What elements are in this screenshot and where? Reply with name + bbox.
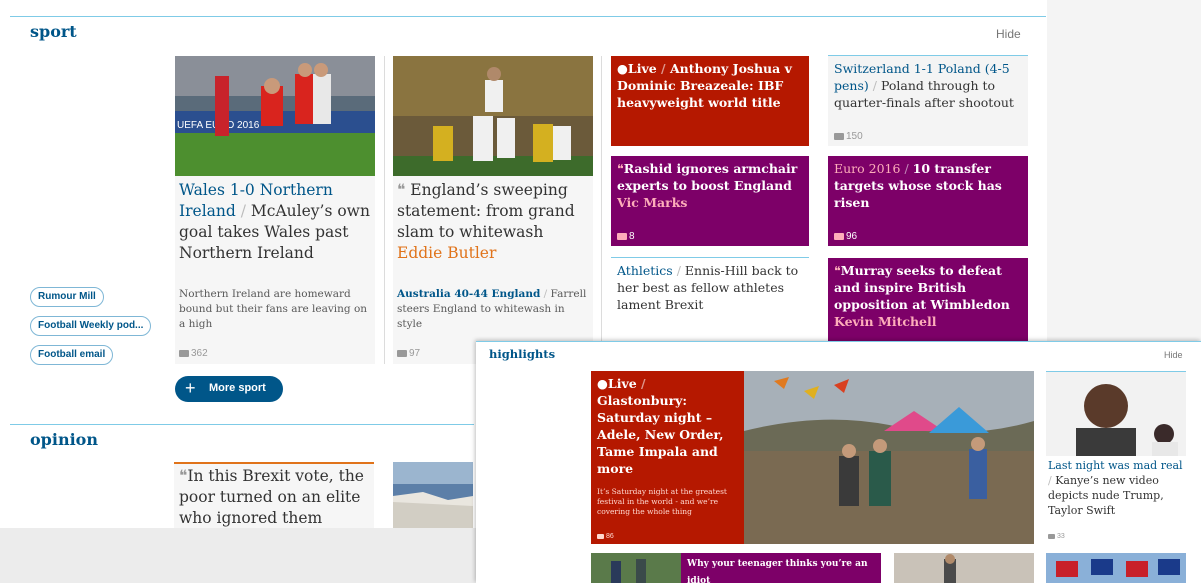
- comment-icon: [397, 350, 407, 357]
- opinion-section-title[interactable]: opinion: [30, 430, 98, 449]
- euro-transfer-tile[interactable]: Euro 2016 / 10 transfer targets whose st…: [828, 156, 1028, 246]
- england-trail: Australia 40-44 England / Farrell steers…: [397, 288, 587, 330]
- sport-section-title[interactable]: sport: [30, 22, 77, 41]
- column-divider: [384, 56, 385, 364]
- plus-icon: +: [185, 378, 196, 398]
- brexit-opinion-card[interactable]: ❝In this Brexit vote, the poor turned on…: [174, 462, 374, 528]
- comment-icon: [179, 350, 189, 357]
- wales-celebration-image: UEFA EURO 2016: [175, 56, 375, 176]
- glastonbury-headline: ●Live / Glastonbury: Saturday night – Ade…: [597, 376, 724, 476]
- glastonbury-festival-image: [744, 371, 1034, 544]
- switzerland-poland-tile[interactable]: Switzerland 1-1 Poland (4-5 pens) / Pola…: [828, 56, 1028, 146]
- athletics-headline: Athletics / Ennis-Hill back to her best …: [617, 263, 799, 312]
- live-indicator-icon: ●: [597, 376, 608, 391]
- teen-tile[interactable]: Why your teenager thinks you’re an idiot: [681, 553, 881, 583]
- rashid-headline: ❝Rashid ignores armchair experts to boos…: [617, 161, 798, 210]
- england-headline-text: England’s sweeping statement: from grand…: [397, 181, 575, 241]
- joshua-headline: ●Live / Anthony Joshua v Dominic Breazea…: [617, 61, 792, 110]
- comment-icon: [597, 534, 604, 539]
- athletics-tile[interactable]: Athletics / Ennis-Hill back to her best …: [611, 258, 809, 338]
- column-divider: [601, 56, 602, 356]
- euro-headline: Euro 2016 / 10 transfer targets whose st…: [834, 161, 1002, 210]
- comment-icon: [617, 233, 627, 240]
- rumour-mill-pill[interactable]: Rumour Mill: [30, 287, 104, 307]
- highlights-panel: highlights Hide ●Live / Glastonbury: Satu…: [476, 341, 1201, 583]
- kanye-comments[interactable]: 33: [1048, 533, 1065, 540]
- wales-headline: Wales 1-0 Northern Ireland / McAuley’s o…: [179, 181, 370, 262]
- teen-headline: Why your teenager thinks you’re an idiot: [687, 559, 868, 583]
- rashid-comments[interactable]: 8: [617, 231, 635, 242]
- highlights-hide-link[interactable]: Hide: [1164, 350, 1183, 360]
- swiss-headline: Switzerland 1-1 Poland (4-5 pens) / Pola…: [834, 61, 1014, 110]
- opinion-top-rule: [10, 424, 474, 425]
- cliffs-image: [393, 462, 473, 528]
- swiss-comments[interactable]: 150: [834, 131, 863, 142]
- england-comments[interactable]: 97: [397, 348, 420, 359]
- street-image: [894, 553, 1034, 583]
- murray-byline: Kevin Mitchell: [834, 314, 937, 329]
- glastonbury-kicker: Live: [607, 376, 637, 391]
- quote-icon: ❝: [397, 181, 406, 199]
- rashid-tile[interactable]: ❝Rashid ignores armchair experts to boos…: [611, 156, 809, 246]
- murray-tile[interactable]: ❝Murray seeks to defeat and inspire Brit…: [828, 258, 1028, 343]
- brexit-headline: ❝In this Brexit vote, the poor turned on…: [179, 467, 364, 527]
- wales-story-card[interactable]: UEFA EURO 2016 Wales 1-0 Northern Irelan…: [175, 56, 375, 364]
- wales-comments[interactable]: 362: [179, 348, 208, 359]
- football-email-pill[interactable]: Football email: [30, 345, 114, 365]
- union-flags-image: [1046, 553, 1186, 583]
- kanye-kicker: Last night was mad real: [1048, 459, 1183, 472]
- england-headline: ❝ England’s sweeping statement: from gra…: [397, 180, 591, 264]
- highlights-top-rule: [476, 341, 1201, 342]
- euro-kicker: Euro 2016: [834, 161, 901, 176]
- athletics-kicker: Athletics: [617, 263, 673, 278]
- murray-headline: ❝Murray seeks to defeat and inspire Brit…: [834, 263, 1010, 329]
- wales-trail: Northern Ireland are homeward bound but …: [179, 288, 368, 330]
- sport-hide-link[interactable]: Hide: [996, 27, 1021, 41]
- glastonbury-live-tile[interactable]: ●Live / Glastonbury: Saturday night – Ade…: [591, 371, 744, 544]
- live-indicator-icon: ●: [617, 61, 628, 76]
- joshua-live-tile[interactable]: ●Live / Anthony Joshua v Dominic Breazea…: [611, 56, 809, 146]
- kanye-image: [1046, 372, 1186, 456]
- england-rugby-card[interactable]: ❝ England’s sweeping statement: from gra…: [393, 56, 593, 364]
- joshua-kicker: Live: [627, 61, 657, 76]
- comment-icon: [834, 233, 844, 240]
- teen-image: [591, 553, 681, 583]
- highlights-title[interactable]: highlights: [489, 347, 555, 361]
- more-sport-button[interactable]: + More sport: [175, 376, 283, 402]
- glastonbury-comments[interactable]: 86: [597, 533, 614, 540]
- quote-icon: ❝: [617, 161, 624, 176]
- england-trail-kicker: Australia 40-44 England: [397, 288, 541, 300]
- quote-icon: ❝: [834, 263, 841, 278]
- comment-icon: [1048, 534, 1055, 539]
- football-weekly-pill[interactable]: Football Weekly pod...: [30, 316, 152, 336]
- rashid-byline: Vic Marks: [617, 195, 688, 210]
- euro-comments[interactable]: 96: [834, 231, 857, 242]
- rugby-lineout-image: [393, 56, 593, 176]
- kanye-headline[interactable]: Last night was mad real / Kanye’s new vid…: [1048, 458, 1184, 518]
- england-byline: Eddie Butler: [397, 244, 497, 262]
- glastonbury-trail: It’s Saturday night at the greatest fest…: [597, 487, 727, 516]
- comment-icon: [834, 133, 844, 140]
- sport-top-rule: [10, 16, 1046, 17]
